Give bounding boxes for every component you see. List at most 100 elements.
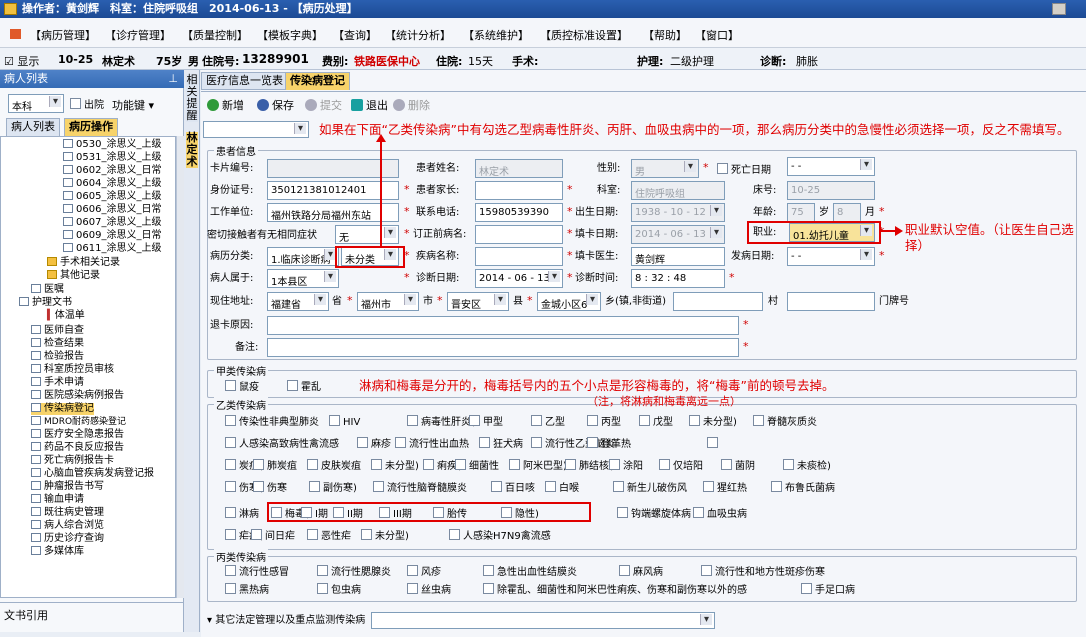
disease-name-input[interactable] (475, 247, 563, 266)
tree-item[interactable]: 0607_涂思义_上级 (63, 217, 161, 229)
tree-item[interactable]: 0611_涂思义_上级 (63, 243, 161, 255)
disease-checkbox[interactable]: 戊型 (639, 415, 673, 429)
contact-select[interactable]: 无 (335, 225, 399, 244)
county-select[interactable]: 晋安区 (447, 292, 509, 311)
parent-input[interactable] (475, 181, 563, 200)
tree-item[interactable]: 手术申请 (31, 377, 84, 389)
doc-reference-panel[interactable]: 文书引用 (0, 602, 184, 630)
tree-scrollbar[interactable] (176, 136, 184, 598)
disease-checkbox[interactable]: 钩端螺旋体病 (617, 507, 691, 521)
tab-patient[interactable]: 林定术 (186, 132, 198, 168)
remark-input[interactable] (267, 338, 739, 357)
sex-select[interactable]: 男 (631, 159, 699, 178)
menu-item-system[interactable]: 【系统维护】 (463, 27, 529, 43)
tree-item[interactable]: 药品不良反应报告 (31, 442, 124, 454)
disease-checkbox[interactable]: 血吸虫病 (693, 507, 747, 521)
door-input[interactable] (787, 292, 875, 311)
disease-checkbox[interactable]: 传染性非典型肺炎 (225, 415, 319, 429)
disease-checkbox[interactable]: 鼠疫 (225, 380, 259, 394)
age-input[interactable]: 75 (787, 203, 815, 222)
tree-folder[interactable]: 手术相关记录 (47, 257, 120, 269)
disease-checkbox[interactable]: 包虫病 (317, 583, 361, 597)
tab-infectious-report[interactable]: 传染病登记 (285, 72, 350, 90)
new-button[interactable]: 新增 (207, 97, 244, 113)
disease-checkbox[interactable]: 登革热 (587, 437, 631, 451)
village-input[interactable] (673, 292, 763, 311)
tab-overview[interactable]: 医疗信息一览表 (201, 72, 288, 90)
type-select[interactable] (203, 121, 309, 138)
menu-item-quality[interactable]: 【质量控制】 (182, 27, 248, 43)
disease-checkbox[interactable]: II期 (333, 507, 363, 521)
save-button[interactable]: 保存 (257, 97, 294, 113)
tree-item[interactable]: 科室质控员审核 (31, 364, 114, 376)
disease-checkbox[interactable]: 甲型 (469, 415, 503, 429)
disease-checkbox[interactable]: 间日疟 (251, 529, 295, 543)
disease-checkbox[interactable]: 涂阳 (609, 459, 643, 473)
disease-checkbox[interactable]: 手足口病 (801, 583, 855, 597)
tree-item[interactable]: 0530_涂思义_上级 (63, 139, 161, 151)
tree-item[interactable]: 医院感染病例报告 (31, 390, 124, 402)
disease-checkbox[interactable]: 未痰检) (783, 459, 831, 473)
other-disease-select[interactable] (371, 612, 715, 629)
tree-item[interactable]: 输血申请 (31, 494, 84, 506)
disease-checkbox[interactable]: 乙型 (531, 415, 565, 429)
disease-checkbox[interactable]: 菌阴 (721, 459, 755, 473)
tree-folder[interactable]: 其他记录 (47, 270, 100, 282)
tree-item[interactable]: 医师自查 (31, 325, 84, 337)
doctor-input[interactable]: 黄剑辉 (631, 247, 725, 266)
death-date-input[interactable]: - - (787, 157, 875, 176)
disease-checkbox[interactable]: 恶性疟 (307, 529, 351, 543)
menu-item-treatment[interactable]: 【诊疗管理】 (105, 27, 171, 43)
disease-checkbox[interactable]: 伤寒 (253, 481, 287, 495)
disease-checkbox[interactable]: 百日咳 (491, 481, 535, 495)
disease-checkbox[interactable]: 皮肤炭疽 (307, 459, 361, 473)
disease-checkbox[interactable]: 布鲁氏菌病 (771, 481, 835, 495)
diag-date-input[interactable]: 2014 - 06 - 13 (475, 269, 563, 288)
menu-item-window[interactable]: 【窗口】 (695, 27, 739, 43)
phone-input[interactable]: 15980539390 (475, 203, 563, 222)
disease-checkbox[interactable]: I期 (301, 507, 328, 521)
disease-checkbox[interactable]: 胎传 (433, 507, 467, 521)
menu-item-record[interactable]: 【病历管理】 (30, 27, 96, 43)
tree-item[interactable]: 0531_涂思义_上级 (63, 152, 161, 164)
menu-item-help[interactable]: 【帮助】 (643, 27, 687, 43)
tree-item[interactable]: 历史诊疗查询 (31, 533, 104, 545)
disease-checkbox[interactable]: 狂犬病 (479, 437, 523, 451)
tree-item[interactable]: ▍体温单 (47, 310, 85, 322)
menu-item-template[interactable]: 【模板字典】 (257, 27, 323, 43)
return-reason-input[interactable] (267, 316, 739, 335)
month-input[interactable]: 8 (833, 203, 861, 222)
tree-item[interactable]: 多媒体库 (31, 546, 84, 558)
disease-checkbox[interactable] (707, 437, 721, 451)
disease-checkbox[interactable]: 仅培阳 (659, 459, 703, 473)
disease-checkbox[interactable]: 黑热病 (225, 583, 269, 597)
city-select[interactable]: 福州市 (357, 292, 419, 311)
onset-date-input[interactable]: - - (787, 247, 875, 266)
tree-item[interactable]: 0609_涂思义_日常 (63, 230, 161, 242)
disease-checkbox[interactable]: 流行性感冒 (225, 565, 289, 579)
disease-checkbox[interactable]: 隐性) (501, 507, 539, 521)
disease-checkbox[interactable]: 未分型) (371, 459, 419, 473)
disease-checkbox[interactable]: 风疹 (407, 565, 441, 579)
show-checkbox[interactable]: ☑ 显示 (4, 53, 39, 69)
disease-checkbox[interactable]: HIV (329, 415, 360, 429)
birth-date-input[interactable]: 1938 - 10 - 12 (631, 203, 725, 222)
disease-checkbox[interactable]: 人感染H7N9禽流感 (449, 529, 551, 543)
town-select[interactable]: 金城小区6 (537, 292, 601, 311)
disease-checkbox[interactable]: 未分型) (689, 415, 737, 429)
disease-checkbox[interactable]: 丙型 (587, 415, 621, 429)
pin-icon[interactable]: ⊥ (168, 70, 178, 88)
dept-select[interactable]: 本科 (8, 94, 64, 113)
tree-item[interactable]: 0605_涂思义_上级 (63, 191, 161, 203)
menu-item-query[interactable]: 【查询】 (333, 27, 377, 43)
tree-item[interactable]: 0604_涂思义_上级 (63, 178, 161, 190)
discharged-checkbox[interactable]: 出院 (70, 98, 104, 112)
diag-time-input[interactable]: 8 : 32 : 48 (631, 269, 725, 288)
disease-checkbox[interactable]: 流行性腮腺炎 (317, 565, 391, 579)
disease-checkbox[interactable]: III期 (379, 507, 412, 521)
disease-checkbox[interactable]: 未分型) (361, 529, 409, 543)
disease-checkbox[interactable]: 麻风病 (619, 565, 663, 579)
tree-item[interactable]: 医嘱 (31, 284, 64, 296)
bed-input[interactable]: 10-25 (787, 181, 875, 200)
tree-item[interactable]: MDRO耐药感染登记 (31, 416, 126, 428)
